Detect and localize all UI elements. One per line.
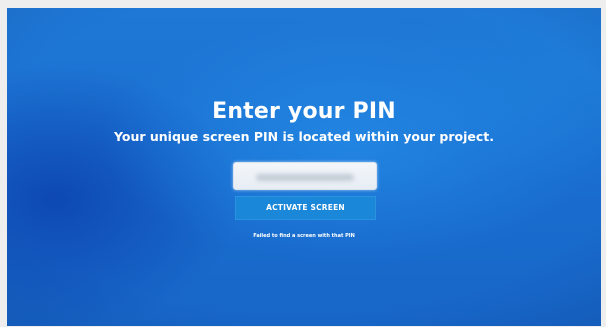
display-screen: Enter your PIN Your unique screen PIN is… <box>7 8 601 326</box>
pin-input-obscured-content <box>256 174 354 181</box>
page-subtitle: Your unique screen PIN is located within… <box>113 129 495 144</box>
pin-input[interactable] <box>233 162 377 190</box>
error-message: Failed to find a screen with that PIN <box>253 233 355 239</box>
activate-screen-button[interactable]: ACTIVATE SCREEN <box>235 196 376 220</box>
page-title: Enter your PIN <box>212 99 396 124</box>
photo-frame: Enter your PIN Your unique screen PIN is… <box>0 0 606 327</box>
